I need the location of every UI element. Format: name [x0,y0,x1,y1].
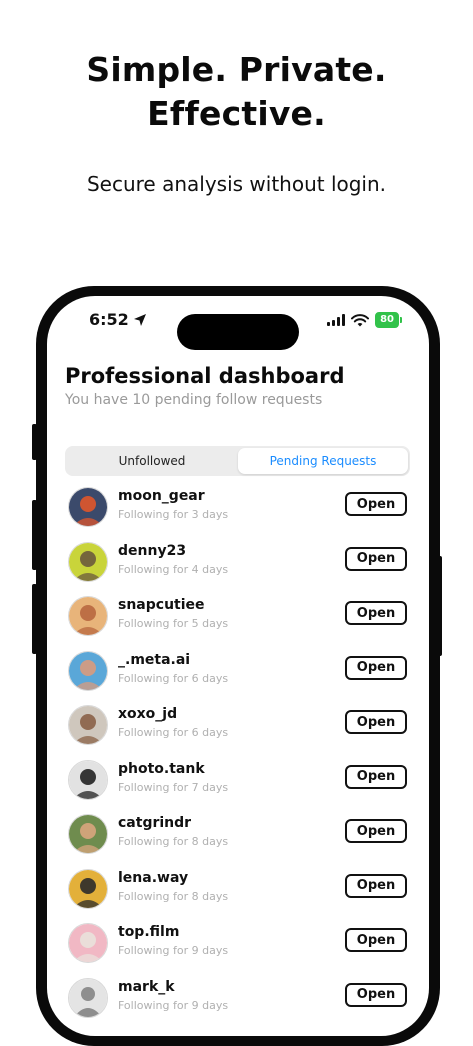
action-button [32,424,37,460]
marketing-subline: Secure analysis without login. [86,172,387,196]
following-duration: Following for 9 days [118,944,229,957]
phone-screen: 6:52 80 Professional dashboard You have … [47,296,429,1036]
avatar[interactable] [68,487,108,527]
username: snapcutiee [118,597,205,613]
list-item[interactable]: catgrindr Following for 8 days Open [47,811,429,866]
username: catgrindr [118,815,192,831]
open-button[interactable]: Open [345,764,407,789]
tab-pending-requests[interactable]: Pending Requests [238,448,408,474]
list-item[interactable]: mark_k Following for 9 days Open [47,975,429,1030]
avatar[interactable] [68,705,108,745]
username: moon_gear [118,488,205,504]
dynamic-island [177,314,299,350]
list-item[interactable]: photo.tank Following for 7 days Open [47,757,429,812]
volume-down-button [32,584,37,654]
username: top.film [118,924,180,940]
list-item[interactable]: moon_gear Following for 3 days Open [47,484,429,539]
power-button [437,556,442,656]
avatar[interactable] [68,868,108,909]
marketing-headline: Simple. Private. Effective. [0,48,473,136]
username: xoxo_jd [118,706,178,722]
status-time: 6:52 [89,310,147,329]
list-item[interactable]: lena.way Following for 8 days Open [47,866,429,921]
tab-unfollowed[interactable]: Unfollowed [67,448,237,474]
headline-line-2: Effective. [147,94,326,133]
battery-icon: 80 [375,312,402,328]
signal-bars-icon [327,314,346,326]
headline-line-1: Simple. Private. [86,50,387,89]
username: photo.tank [118,760,205,777]
following-duration: Following for 4 days [118,562,229,576]
avatar[interactable] [68,977,108,1018]
list-item[interactable]: snapcutiee Following for 5 days Open [47,593,429,648]
open-button[interactable]: Open [345,710,407,734]
following-duration: Following for 8 days [118,889,229,903]
list-item[interactable]: denny23 Following for 4 days Open [47,539,429,594]
segmented-control: Unfollowed Pending Requests [65,446,410,476]
wifi-icon [351,313,370,326]
following-duration: Following for 8 days [118,835,229,848]
avatar[interactable] [68,759,108,800]
following-duration: Following for 6 days [118,671,229,685]
following-duration: Following for 7 days [118,780,229,794]
username: _.meta.ai [118,651,191,668]
open-button[interactable]: Open [345,601,407,625]
list-item[interactable]: _.meta.ai Following for 6 days Open [47,648,429,703]
dashboard-subtitle: You have 10 pending follow requests [65,392,323,408]
following-duration: Following for 3 days [118,508,229,521]
avatar[interactable] [68,923,108,963]
avatar[interactable] [68,541,108,582]
following-duration: Following for 9 days [118,998,229,1012]
username: mark_k [118,978,175,995]
open-button[interactable]: Open [345,982,407,1007]
time-text: 6:52 [89,310,129,329]
following-duration: Following for 5 days [118,617,229,630]
list-item[interactable]: top.film Following for 9 days Open [47,920,429,975]
username: denny23 [118,542,187,559]
open-button[interactable]: Open [345,873,407,898]
avatar[interactable] [68,814,108,854]
open-button[interactable]: Open [345,819,407,843]
open-button[interactable]: Open [345,655,407,680]
open-button[interactable]: Open [345,928,407,952]
open-button[interactable]: Open [345,546,407,571]
open-button[interactable]: Open [345,492,407,516]
request-list: moon_gear Following for 3 days Open denny23… [47,484,429,1029]
status-icons: 80 [327,312,402,328]
volume-up-button [32,500,37,570]
avatar[interactable] [68,650,108,691]
list-item[interactable]: xoxo_jd Following for 6 days Open [47,702,429,757]
following-duration: Following for 6 days [118,726,229,739]
dashboard-title: Professional dashboard [65,364,345,388]
avatar[interactable] [68,596,108,636]
username: lena.way [118,869,189,886]
location-arrow-icon [133,313,146,326]
